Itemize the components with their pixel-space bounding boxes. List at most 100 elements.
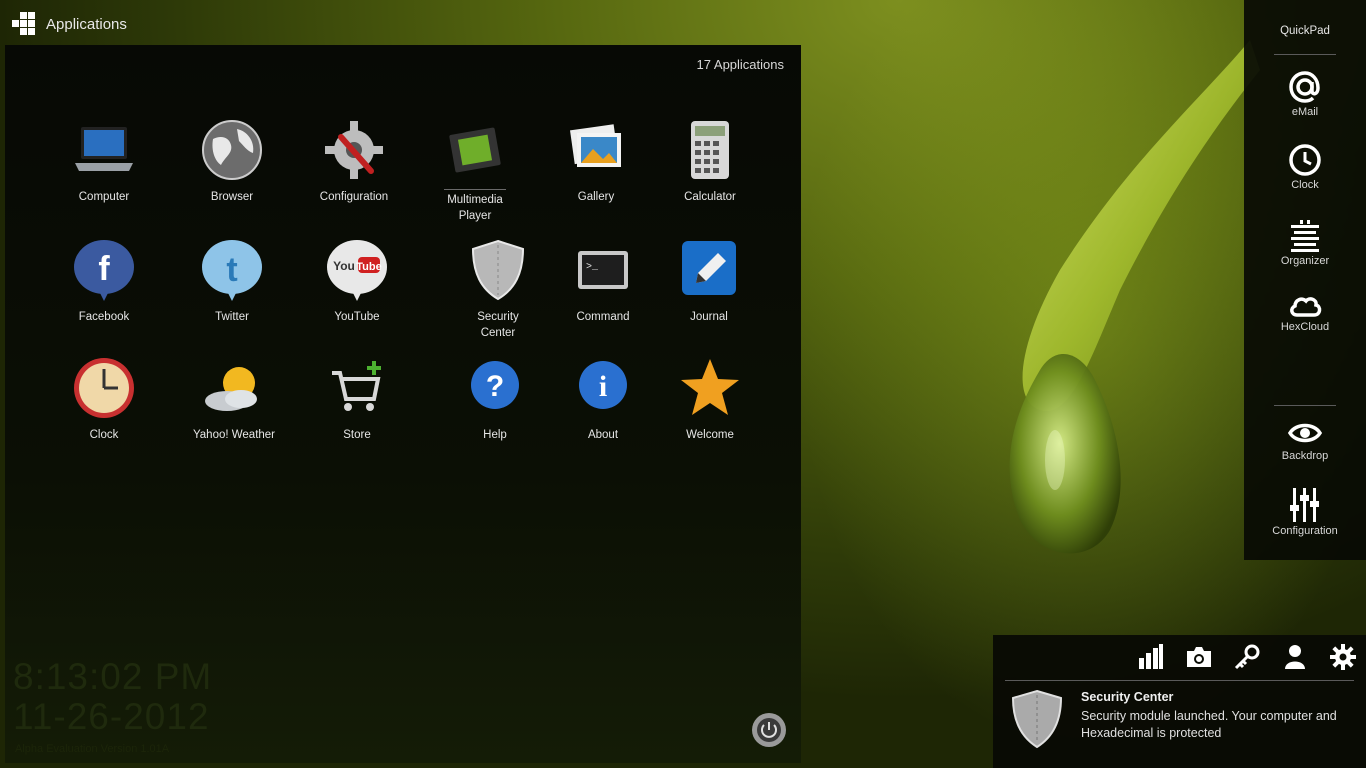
wallpaper-leaf	[1009, 40, 1260, 554]
dock-item-backdrop[interactable]: Backdrop	[1244, 418, 1366, 462]
app-computer[interactable]: Computer	[49, 117, 159, 205]
terminal-icon: >_	[578, 251, 628, 289]
dock-item-hexcloud[interactable]: HexCloud	[1244, 293, 1366, 333]
svg-text:Tube: Tube	[356, 261, 381, 273]
svg-text:t: t	[226, 251, 237, 289]
settings-gear-icon[interactable]	[1330, 644, 1356, 670]
at-icon	[1289, 71, 1320, 103]
clock-icon	[74, 358, 134, 418]
app-label: Multimedia Player	[444, 189, 506, 224]
app-label: Twitter	[215, 311, 249, 323]
signal-bars-icon[interactable]	[1138, 644, 1164, 670]
youtube-icon: You Tube	[327, 240, 387, 301]
app-label: Clock	[89, 429, 119, 441]
dock-item-email[interactable]: eMail	[1244, 70, 1366, 118]
dock-item-label: Configuration	[1272, 525, 1338, 537]
dock-item-label: Clock	[1291, 179, 1319, 191]
app-label: Configuration	[319, 191, 389, 203]
sliders-icon	[1290, 488, 1319, 522]
app-yahoo-weather[interactable]: Yahoo! Weather	[179, 355, 289, 443]
key-icon[interactable]	[1234, 644, 1260, 670]
app-label: Facebook	[78, 311, 130, 323]
app-store[interactable]: Store	[302, 355, 412, 443]
app-calculator[interactable]: Calculator	[655, 117, 765, 205]
clock-date: 11-26-2012	[13, 696, 210, 737]
app-label: Security Center	[477, 311, 519, 339]
calculator-icon	[691, 121, 729, 179]
star-icon	[681, 359, 739, 415]
notification-message: Security module launched. Your computer …	[1081, 709, 1337, 740]
user-icon[interactable]	[1282, 644, 1308, 670]
notification-toolbar	[1138, 644, 1356, 670]
notification-divider	[1005, 680, 1354, 681]
app-label: Gallery	[577, 191, 615, 203]
svg-text:>_: >_	[586, 262, 599, 273]
app-journal[interactable]: Journal	[654, 237, 764, 325]
cloud-icon	[1290, 297, 1322, 317]
photos-icon	[570, 124, 621, 167]
app-label: Help	[483, 429, 507, 441]
app-welcome[interactable]: Welcome	[655, 355, 765, 443]
app-twitter[interactable]: t Twitter	[177, 237, 287, 325]
app-facebook[interactable]: f Facebook	[49, 237, 159, 325]
shield-icon	[1011, 689, 1063, 749]
dock-divider	[1274, 405, 1336, 406]
applications-count: 17 Applications	[696, 57, 784, 72]
grid-logo-icon	[12, 12, 35, 35]
app-command[interactable]: >_ Command	[548, 237, 658, 325]
app-label: Calculator	[684, 191, 736, 203]
globe-icon	[202, 120, 262, 180]
version-label: Alpha Evaluation Version 1.01A	[15, 743, 170, 755]
app-label: Computer	[78, 191, 130, 203]
dock-item-configuration[interactable]: Configuration	[1244, 487, 1366, 537]
app-browser[interactable]: Browser	[177, 117, 287, 205]
app-security-center[interactable]: Security Center	[443, 237, 553, 341]
app-multimedia-player[interactable]: Multimedia Player	[420, 117, 530, 224]
app-label: Command	[576, 311, 630, 323]
desktop-clock: 8:13:02 PM 11-26-2012	[13, 657, 212, 737]
applications-window: 17 Applications Computer Browser Configu…	[5, 45, 801, 763]
dock-item-label: HexCloud	[1280, 321, 1330, 333]
app-help[interactable]: ? Help	[440, 355, 550, 443]
eye-icon	[1288, 423, 1322, 443]
clock-time: 8:13:02 PM	[13, 656, 213, 697]
twitter-icon: t	[202, 240, 262, 301]
clock-outline-icon	[1289, 144, 1321, 176]
dock-divider	[1274, 54, 1336, 55]
dock-item-clock[interactable]: Clock	[1244, 143, 1366, 191]
app-configuration[interactable]: Configuration	[299, 117, 409, 205]
organizer-icon	[1291, 220, 1319, 252]
app-youtube[interactable]: You Tube YouTube	[302, 237, 412, 325]
laptop-icon	[75, 127, 133, 171]
notification-panel: Security Center Security module launched…	[993, 635, 1366, 768]
applications-launcher[interactable]: Applications	[12, 12, 127, 36]
app-label: Browser	[210, 191, 254, 203]
app-about[interactable]: i About	[548, 355, 658, 443]
dock-item-label: Organizer	[1280, 255, 1330, 267]
app-label: YouTube	[334, 311, 380, 323]
svg-text:?: ?	[486, 370, 504, 403]
film-icon	[449, 127, 501, 173]
power-button[interactable]	[751, 712, 787, 748]
dock-item-label: eMail	[1291, 106, 1319, 118]
info-icon: i	[579, 361, 627, 409]
quickpad-dock: QuickPad eMail Clock Organizer HexCloud …	[1244, 0, 1366, 560]
camera-icon[interactable]	[1186, 644, 1212, 670]
gear-wrench-icon	[325, 121, 383, 179]
pencil-icon	[682, 241, 736, 295]
launcher-label: Applications	[46, 15, 127, 33]
dock-title: QuickPad	[1280, 25, 1330, 37]
app-label: Welcome	[686, 429, 734, 441]
shield-icon	[471, 239, 525, 301]
help-icon: ?	[471, 361, 519, 409]
svg-text:f: f	[98, 250, 110, 288]
app-label: About	[587, 429, 619, 441]
app-clock[interactable]: Clock	[49, 355, 159, 443]
weather-icon	[205, 367, 257, 411]
cart-icon	[332, 361, 381, 411]
dock-item-organizer[interactable]: Organizer	[1244, 219, 1366, 267]
app-label: Journal	[690, 311, 728, 323]
app-label: Store	[343, 429, 371, 441]
app-gallery[interactable]: Gallery	[541, 117, 651, 205]
dock-item-label: Backdrop	[1281, 450, 1329, 462]
